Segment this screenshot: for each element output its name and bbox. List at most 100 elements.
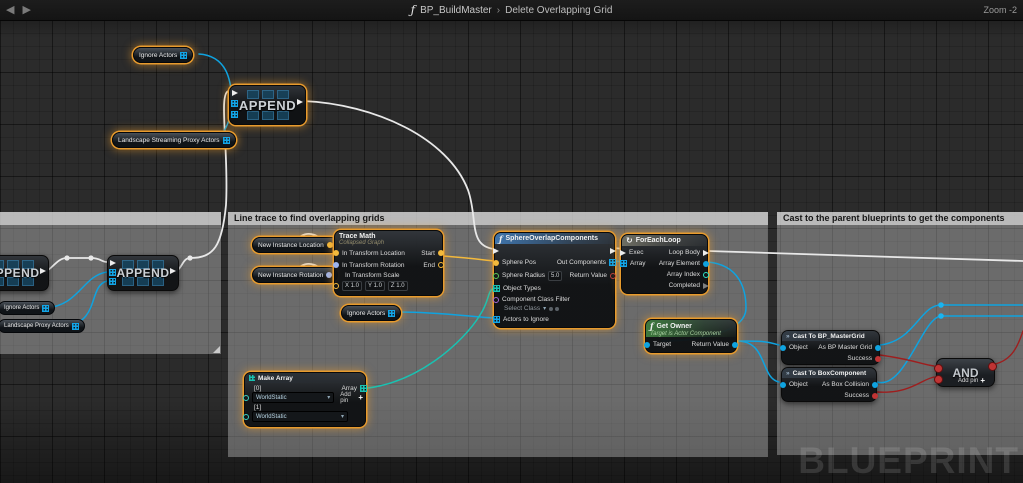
array-input-pin[interactable] [109, 278, 116, 285]
bool-in-pin[interactable] [934, 375, 943, 384]
function-icon: ƒ [411, 3, 415, 17]
scale-x-field[interactable]: X 1.0 [342, 281, 362, 291]
add-pin-button[interactable]: Add pin + [340, 392, 363, 404]
class-in-pin[interactable] [493, 297, 499, 303]
pin-label: Component Class Filter [502, 296, 570, 303]
breadcrumb-blueprint[interactable]: BP_BuildMaster [420, 5, 492, 16]
select-class-dropdown[interactable]: Select Class [504, 305, 540, 312]
variable-node-ignore-actors-center[interactable]: Ignore Actors [341, 305, 401, 321]
node-and[interactable]: AND Add pin + [936, 358, 995, 387]
blueprint-editor: ◀ ▶ ƒ BP_BuildMaster › Delete Overlappin… [0, 0, 1023, 483]
exec-in-pin[interactable] [232, 90, 238, 96]
comment-header[interactable]: Line trace to find overlapping grids [228, 212, 768, 225]
bool-out-pin[interactable] [872, 393, 878, 399]
node-append-mid[interactable]: APPEND [107, 255, 179, 291]
vector-out-pin[interactable] [438, 250, 444, 256]
variable-label: Ignore Actors [347, 310, 385, 317]
scale-y-field[interactable]: Y 1.0 [365, 281, 385, 291]
dropdown-value: WorldStatic [256, 414, 287, 420]
object-out-pin[interactable] [875, 345, 881, 351]
pin-label: Array Element [659, 260, 700, 267]
array-pin[interactable] [223, 137, 230, 144]
variable-node-ignore-actors[interactable]: Ignore Actors [133, 47, 193, 63]
exec-out-pin-unconnected[interactable] [703, 283, 709, 289]
object-in-pin[interactable] [780, 382, 786, 388]
bool-in-pin[interactable] [934, 364, 943, 373]
pin-label: End [423, 262, 435, 269]
array-in-pin[interactable] [493, 285, 500, 292]
node-append-top[interactable]: APPEND [229, 85, 306, 125]
back-icon[interactable]: ◀ [6, 0, 14, 20]
plus-icon: + [980, 378, 985, 384]
int-out-pin[interactable] [703, 272, 709, 278]
forward-icon[interactable]: ▶ [22, 0, 30, 20]
element0-dropdown[interactable]: WorldStatic ▾ [252, 392, 334, 403]
pin-label: Start [421, 250, 435, 257]
exec-out-pin[interactable] [703, 250, 709, 256]
exec-out-pin[interactable] [297, 99, 303, 105]
node-cast-to-boxcomponent[interactable]: » Cast To BoxComponent Object As Box Col… [781, 367, 877, 402]
exec-in-pin[interactable] [493, 248, 499, 254]
object-in-pin[interactable] [644, 342, 650, 348]
array-input-pin[interactable] [231, 100, 238, 107]
breadcrumb-graph[interactable]: Delete Overlapping Grid [505, 5, 612, 16]
enum-in-pin[interactable] [243, 414, 249, 420]
rotator-pin[interactable] [326, 272, 332, 278]
pin-label: Array [630, 260, 646, 267]
element1-dropdown[interactable]: WorldStatic ▾ [252, 411, 348, 422]
node-sphere-overlap-components[interactable]: ƒ SphereOverlapComponents Sphere Pos Out… [494, 232, 615, 328]
bool-out-pin[interactable] [610, 273, 616, 279]
exec-in-pin[interactable] [620, 250, 626, 256]
zoom-level-label: Zoom -2 [983, 0, 1017, 20]
variable-node-ignore-actors[interactable]: Ignore Actors [0, 301, 55, 315]
scale-z-field[interactable]: Z 1.0 [388, 281, 408, 291]
node-trace-math[interactable]: Trace Math Collapsed Graph In Transform … [334, 230, 443, 296]
exec-out-pin[interactable] [170, 268, 176, 274]
bool-out-pin[interactable] [875, 356, 881, 362]
node-foreach-loop[interactable]: ↻ ForEachLoop Exec Loop Body Array Array… [621, 234, 708, 294]
node-make-array[interactable]: Make Array [0] Array WorldStatic ▾ Add p… [244, 372, 366, 427]
class-picker-icons[interactable] [549, 307, 559, 311]
rotator-in-pin[interactable] [333, 262, 339, 268]
array-input-pin[interactable] [109, 269, 116, 276]
exec-out-pin[interactable] [610, 248, 616, 254]
array-out-pin[interactable] [360, 385, 367, 392]
variable-node-landscape-streaming-proxy-actors[interactable]: Landscape Streaming Proxy Actors [112, 132, 236, 148]
object-out-pin[interactable] [872, 382, 878, 388]
array-in-pin[interactable] [620, 260, 627, 267]
vector-in-pin[interactable] [333, 250, 339, 256]
array-pin[interactable] [42, 305, 49, 312]
object-out-pin[interactable] [703, 261, 709, 267]
array-in-pin[interactable] [493, 316, 500, 323]
bool-out-pin[interactable] [988, 362, 997, 371]
array-pin[interactable] [388, 310, 395, 317]
object-out-pin[interactable] [732, 342, 738, 348]
variable-node-new-instance-rotation[interactable]: New Instance Rotation [252, 267, 338, 283]
comment-header[interactable] [0, 212, 221, 225]
array-out-pin[interactable] [609, 259, 616, 266]
float-in-pin[interactable] [493, 273, 499, 279]
vector-in-pin-unconnected[interactable] [333, 283, 339, 289]
add-pin-button[interactable]: Add pin + [958, 378, 985, 384]
array-pin[interactable] [72, 323, 79, 330]
array-input-pin[interactable] [231, 111, 238, 118]
variable-label: Landscape Streaming Proxy Actors [118, 137, 220, 144]
variable-node-new-instance-location[interactable]: New Instance Location [252, 237, 339, 253]
node-get-owner[interactable]: ƒGet Owner Target is Actor Component Tar… [645, 319, 737, 353]
array-pin[interactable] [180, 52, 187, 59]
exec-out-pin[interactable] [40, 268, 46, 274]
sphere-radius-field[interactable]: 5.0 [548, 271, 562, 281]
vector-pin[interactable] [327, 242, 333, 248]
object-in-pin[interactable] [780, 345, 786, 351]
pin-label: Exec [629, 249, 643, 256]
vector-in-pin[interactable] [493, 260, 499, 266]
pin-label: [0] [254, 385, 261, 392]
comment-resize-handle[interactable] [213, 346, 220, 353]
node-cast-to-bp-mastergrid[interactable]: » Cast To BP_MasterGrid Object As BP Mas… [781, 330, 880, 365]
node-append-left[interactable]: APPEND [0, 255, 49, 291]
vector-out-pin-unconnected[interactable] [438, 262, 444, 268]
pin-label: Sphere Radius [502, 272, 545, 279]
variable-node-landscape-proxy-actors[interactable]: Landscape Proxy Actors [0, 319, 85, 333]
enum-in-pin[interactable] [243, 395, 249, 401]
comment-header[interactable]: Cast to the parent blueprints to get the… [777, 212, 1023, 225]
